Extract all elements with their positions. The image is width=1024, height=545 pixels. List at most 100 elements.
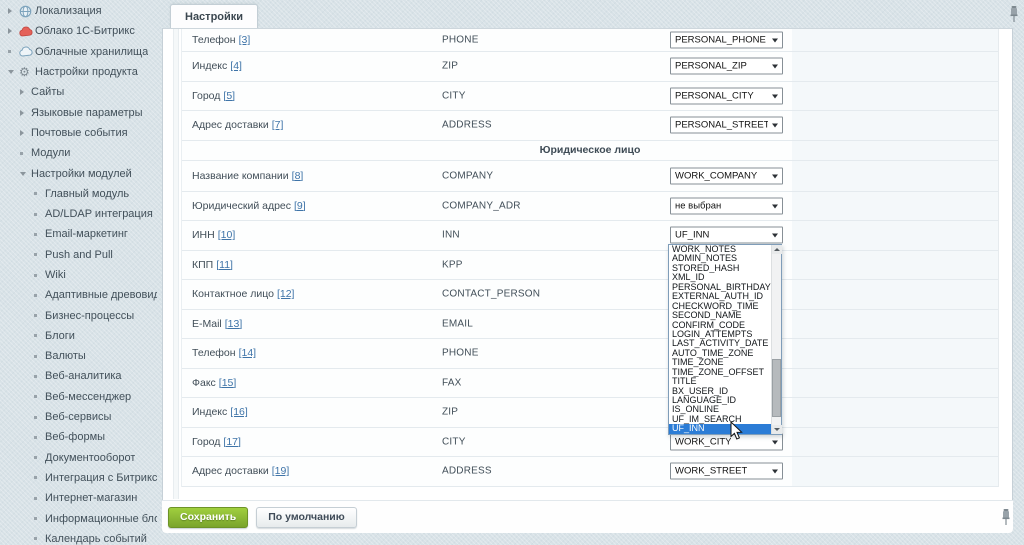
dropdown-option[interactable]: STORED_HASH [669,264,771,273]
sidebar-item[interactable]: Валюты [0,346,157,366]
field-number-link[interactable]: [9] [294,200,306,212]
field-select[interactable]: не выбран [670,197,783,214]
sidebar-item-label: Настройки модулей [31,168,132,180]
field-label-text: Адрес доставки [192,119,269,131]
field-label: Город[5] [192,90,235,102]
default-button[interactable]: По умолчанию [256,507,356,528]
sidebar-item[interactable]: Wiki [0,265,157,285]
sidebar-item[interactable]: Информационные блоки [0,508,157,528]
sidebar-item[interactable]: Веб-формы [0,427,157,447]
dropdown-option[interactable]: CONFIRM_CODE [669,321,771,330]
dropdown-option[interactable]: AUTO_TIME_ZONE [669,349,771,358]
sidebar-item[interactable]: Email-маркетинг [0,224,157,244]
chevron-right-icon[interactable] [20,110,31,116]
sidebar-item[interactable]: Облачные хранилища [0,42,157,62]
field-label-text: E-Mail [192,318,222,330]
chevron-right-icon[interactable] [20,89,31,95]
field-select[interactable]: PERSONAL_PHONE [670,32,783,49]
sidebar-item-label: Бизнес-процессы [45,310,134,322]
field-number-link[interactable]: [13] [225,318,243,330]
field-select[interactable]: PERSONAL_STREET [670,117,783,134]
sidebar-item[interactable]: Языковые параметры [0,102,157,122]
sidebar-item[interactable]: Бизнес-процессы [0,305,157,325]
dropdown-option[interactable]: TITLE [669,377,771,386]
field-label: ИНН[10] [192,229,235,241]
field-number-link[interactable]: [12] [277,288,295,300]
dropdown-option[interactable]: LAST_ACTIVITY_DATE [669,339,771,348]
dropdown-option[interactable]: XML_ID [669,273,771,282]
dropdown-option[interactable]: CHECKWORD_TIME [669,302,771,311]
chevron-down-icon[interactable] [20,172,31,176]
dropdown-option[interactable]: SECOND_NAME [669,311,771,320]
field-number-link[interactable]: [11] [216,259,233,271]
field-select[interactable]: UF_INN [670,227,783,244]
sidebar-item[interactable]: Веб-аналитика [0,366,157,386]
field-label-text: Факс [192,377,216,389]
dropdown-option[interactable]: TIME_ZONE [669,358,771,367]
sidebar-item[interactable]: Блоги [0,326,157,346]
field-number-link[interactable]: [10] [218,229,236,241]
field-number-link[interactable]: [3] [239,34,251,46]
field-number-link[interactable]: [7] [272,119,284,131]
sidebar-item[interactable]: Push and Pull [0,245,157,265]
sidebar-item[interactable]: AD/LDAP интеграция [0,204,157,224]
dropdown-option[interactable]: WORK_NOTES [669,245,771,254]
dropdown-option[interactable]: LOGIN_ATTEMPTS [669,330,771,339]
field-number-link[interactable]: [17] [223,436,241,448]
scroll-down-icon[interactable] [772,425,782,434]
sidebar-item[interactable]: ⚙Настройки продукта [0,62,157,82]
field-number-link[interactable]: [16] [230,406,248,418]
field-label-text: Город [192,436,220,448]
field-number-link[interactable]: [8] [292,170,304,182]
sidebar-item[interactable]: Веб-сервисы [0,407,157,427]
save-button[interactable]: Сохранить [168,507,248,528]
dropdown-option[interactable]: UF_IM_SEARCH [669,415,771,424]
dropdown-option[interactable]: ADMIN_NOTES [669,254,771,263]
sidebar-item[interactable]: Главный модуль [0,184,157,204]
pin-icon[interactable] [1008,5,1020,23]
field-select[interactable]: PERSONAL_CITY [670,87,783,104]
chevron-right-icon[interactable] [8,28,19,34]
dropdown-option[interactable]: EXTERNAL_AUTH_ID [669,292,771,301]
chevron-down-icon[interactable] [8,70,19,74]
sidebar-item[interactable]: Облако 1С-Битрикс [0,21,157,41]
field-select[interactable]: PERSONAL_ZIP [670,58,783,75]
select-value: PERSONAL_PHONE [675,35,766,46]
field-number-link[interactable]: [15] [219,377,237,389]
dropdown-option[interactable]: UF_INN [669,424,771,433]
dropdown-option[interactable]: LANGUAGE_ID [669,396,771,405]
sidebar-item[interactable]: Модули [0,143,157,163]
dropdown-option[interactable]: IS_ONLINE [669,405,771,414]
sidebar-item[interactable]: Веб-мессенджер [0,387,157,407]
dropdown-option[interactable]: TIME_ZONE_OFFSET [669,368,771,377]
field-select[interactable]: WORK_CITY [670,433,783,450]
sidebar-item[interactable]: Адаптивные древовидные комм [0,285,157,305]
sidebar-item[interactable]: Сайты [0,82,157,102]
dropdown-option[interactable]: BX_USER_ID [669,387,771,396]
sidebar-item[interactable]: Настройки модулей [0,163,157,183]
sidebar-item[interactable]: Документооборот [0,448,157,468]
field-code: INN [442,230,460,241]
sidebar-item[interactable]: Почтовые события [0,123,157,143]
scroll-up-icon[interactable] [772,245,782,254]
chevron-right-icon[interactable] [8,8,19,14]
field-select[interactable]: WORK_COMPANY [670,167,783,184]
bullet-icon [34,334,45,337]
sidebar-item[interactable]: Интеграция с Битрикс24 [0,468,157,488]
sidebar-item[interactable]: Локализация [0,1,157,21]
chevron-down-icon [772,234,778,238]
dropdown-option[interactable]: PERSONAL_BIRTHDAY [669,283,771,292]
field-number-link[interactable]: [5] [223,90,235,102]
dropdown-scrollbar[interactable] [771,245,781,434]
field-select[interactable]: WORK_STREET [670,463,783,480]
select-value: WORK_CITY [675,436,731,447]
field-number-link[interactable]: [4] [230,60,242,72]
field-number-link[interactable]: [14] [239,347,257,359]
scrollbar-thumb[interactable] [772,359,781,417]
tab-settings[interactable]: Настройки [170,4,258,29]
chevron-right-icon[interactable] [20,130,31,136]
sidebar-item[interactable]: Интернет-магазин [0,488,157,508]
sidebar-item[interactable]: Календарь событий [0,529,157,545]
field-number-link[interactable]: [19] [272,465,290,477]
pin-icon[interactable] [1000,508,1012,526]
